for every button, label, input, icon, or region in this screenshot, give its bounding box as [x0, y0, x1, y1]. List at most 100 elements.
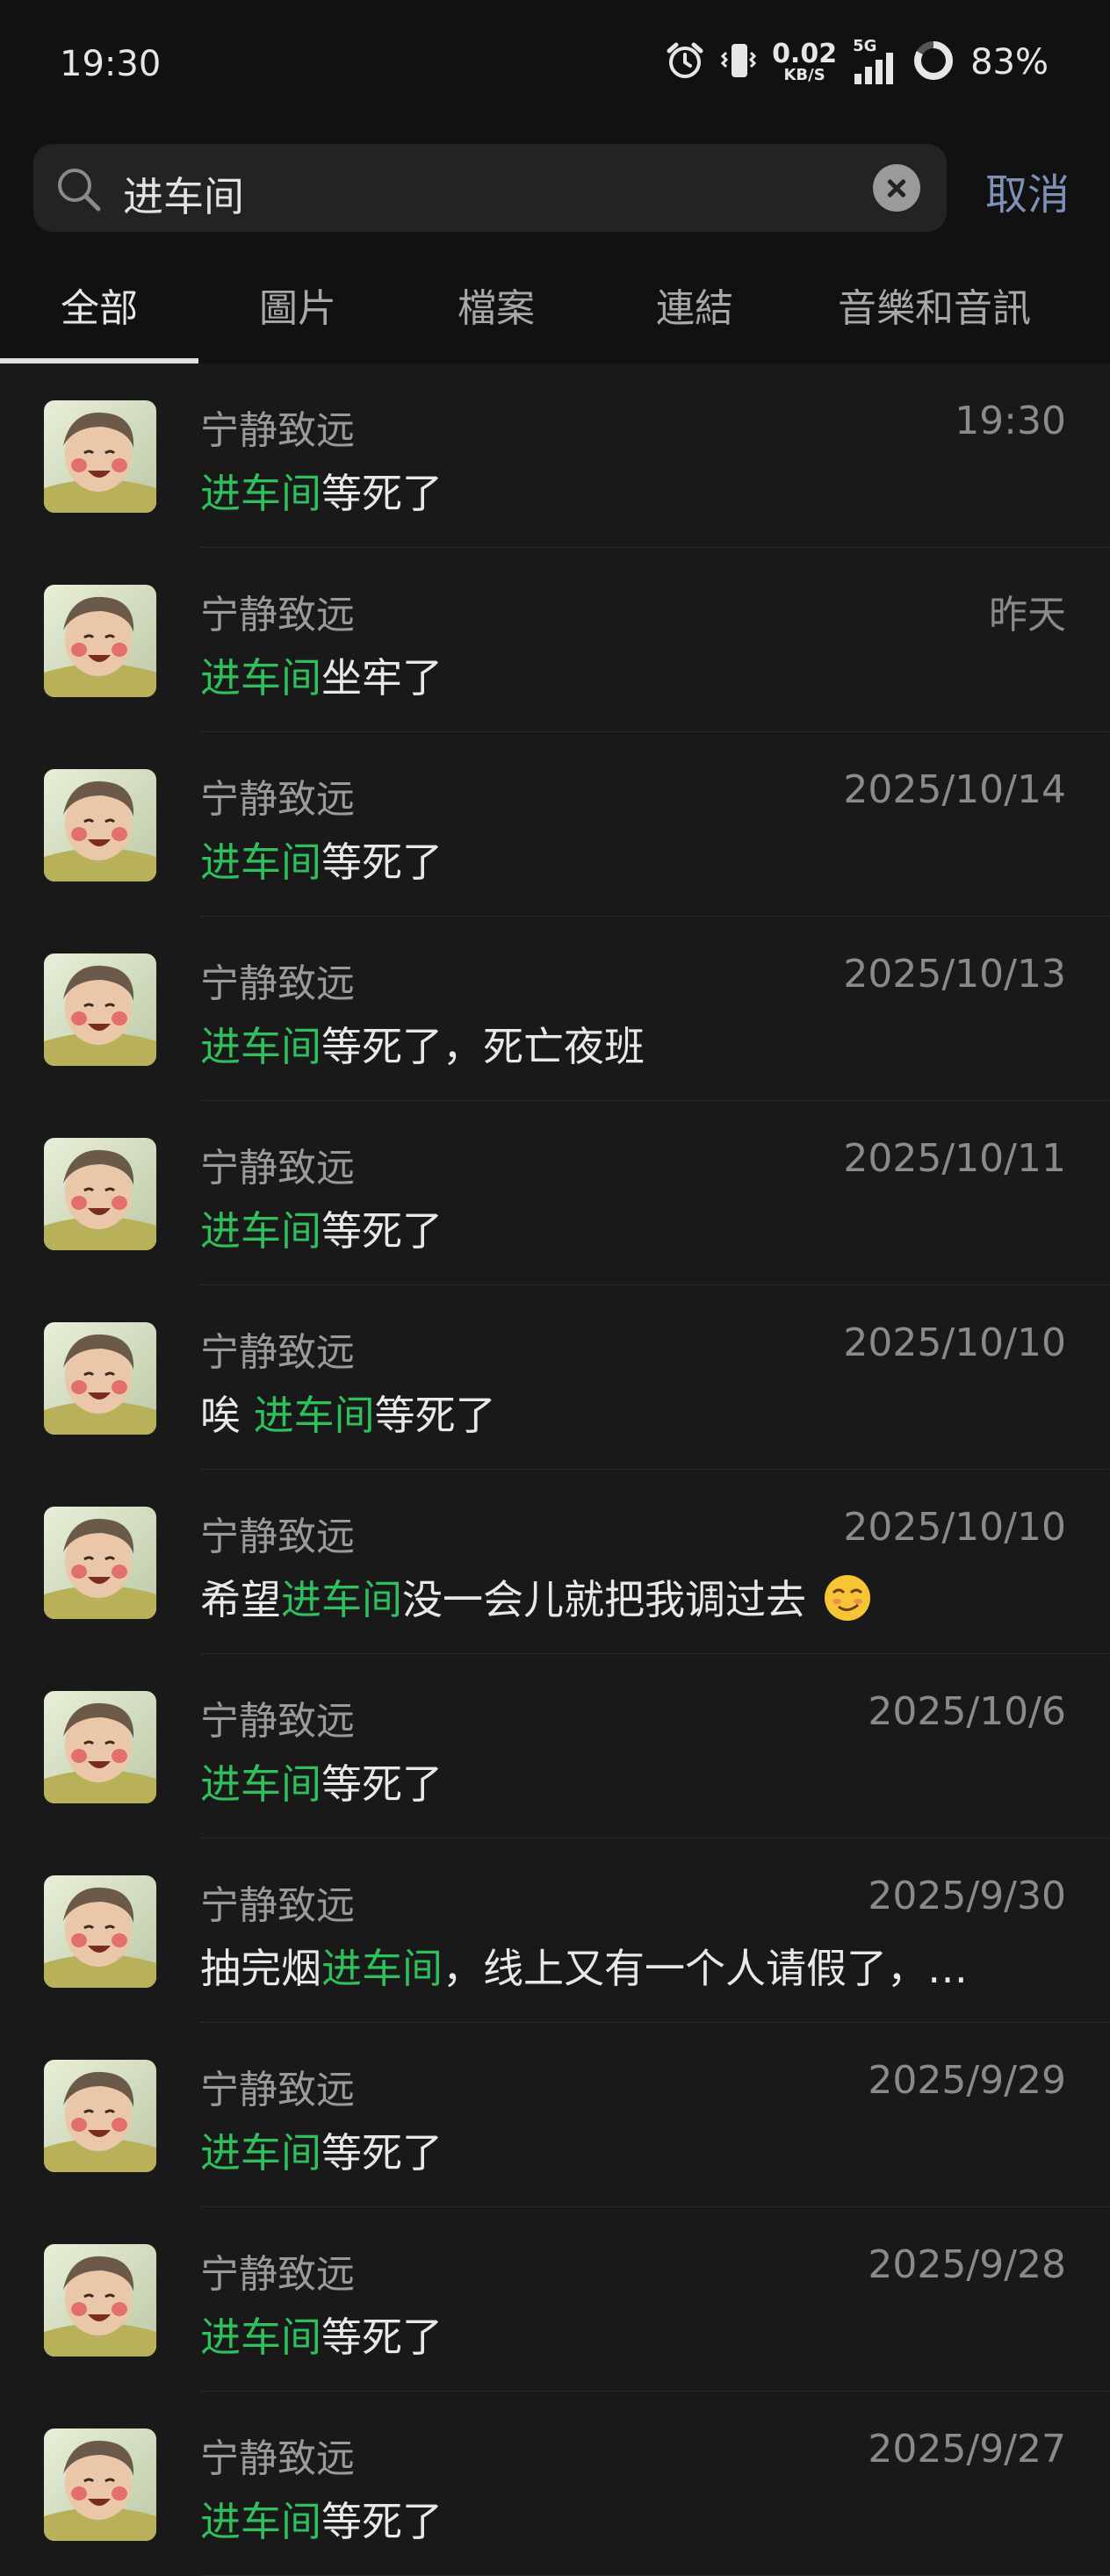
- message-snippet: 进车间等死了: [200, 1199, 443, 1257]
- message-date: 2025/9/29: [868, 2058, 1066, 2103]
- message-text-after: 等死了: [321, 1760, 443, 1808]
- avatar[interactable]: [44, 1875, 156, 1988]
- message-match-highlight: 进车间: [200, 1760, 321, 1808]
- result-row[interactable]: 宁静致远 19:30 进车间等死了: [0, 363, 1110, 548]
- message-text-before: 抽完烟: [200, 1945, 321, 1992]
- avatar[interactable]: [44, 1691, 156, 1803]
- result-row[interactable]: 宁静致远 2025/10/14 进车间等死了: [0, 732, 1110, 917]
- search-field[interactable]: 进车间: [33, 144, 947, 232]
- sender-name: 宁静致远: [200, 2252, 355, 2297]
- battery-percent: 83%: [970, 42, 1049, 83]
- tab-links[interactable]: 連結: [595, 246, 794, 363]
- sender-name: 宁静致远: [200, 1330, 355, 1375]
- sender-name: 宁静致远: [200, 593, 355, 637]
- message-date: 2025/10/13: [843, 952, 1066, 997]
- tab-all[interactable]: 全部: [0, 246, 198, 363]
- message-text-before: 唉: [200, 1392, 254, 1439]
- alarm-icon: [665, 40, 705, 84]
- message-snippet: 进车间等死了: [200, 831, 443, 889]
- message-snippet: 抽完烟进车间，线上又有一个人请假了，…: [200, 1937, 968, 1995]
- sender-name: 宁静致远: [200, 1699, 355, 1744]
- avatar[interactable]: [44, 585, 156, 697]
- message-match-highlight: 进车间: [200, 2313, 321, 2361]
- result-row[interactable]: 宁静致远 2025/10/10 希望进车间没一会儿就把我调过去: [0, 1470, 1110, 1654]
- avatar[interactable]: [44, 2060, 156, 2172]
- sender-name: 宁静致远: [200, 1883, 355, 1928]
- message-match-highlight: 进车间: [200, 654, 321, 702]
- result-row[interactable]: 宁静致远 2025/9/30 抽完烟进车间，线上又有一个人请假了，…: [0, 1838, 1110, 2023]
- avatar[interactable]: [44, 2428, 156, 2541]
- status-icons: 0.02 KB/S 5G 83%: [665, 39, 1049, 86]
- message-snippet: 进车间等死了: [200, 2306, 443, 2364]
- message-date: 2025/9/30: [868, 1874, 1066, 1918]
- message-snippet: 进车间等死了: [200, 2121, 443, 2179]
- message-match-highlight: 进车间: [200, 2498, 321, 2545]
- message-snippet: 进车间等死了: [200, 1752, 443, 1810]
- sender-name: 宁静致远: [200, 2068, 355, 2112]
- message-text-after: 等死了: [321, 838, 443, 886]
- filter-tabs: 全部 圖片 檔案 連結 音樂和音訊: [0, 246, 1110, 363]
- message-text-after: 等死了: [321, 470, 443, 517]
- search-results-list: 宁静致远 19:30 进车间等死了 宁静致远 昨天 进车间坐牢了 宁静致远 20…: [0, 363, 1110, 2576]
- message-date: 2025/10/10: [843, 1505, 1066, 1550]
- avatar[interactable]: [44, 2244, 156, 2357]
- result-row[interactable]: 宁静致远 2025/10/6 进车间等死了: [0, 1654, 1110, 1838]
- message-snippet: 进车间等死了: [200, 2490, 443, 2548]
- avatar[interactable]: [44, 400, 156, 513]
- message-match-highlight: 进车间: [200, 1023, 321, 1070]
- message-text-before: 希望: [200, 1576, 281, 1623]
- avatar[interactable]: [44, 1507, 156, 1619]
- avatar[interactable]: [44, 1138, 156, 1250]
- message-date: 2025/10/11: [843, 1136, 1066, 1181]
- message-text-after: 没一会儿就把我调过去: [402, 1576, 806, 1623]
- message-snippet: 希望进车间没一会儿就把我调过去: [200, 1568, 872, 1626]
- sender-name: 宁静致远: [200, 1146, 355, 1191]
- search-bar: 进车间 取消: [0, 132, 1110, 246]
- message-date: 2025/9/27: [868, 2427, 1066, 2472]
- tab-files[interactable]: 檔案: [397, 246, 595, 363]
- status-bar: 19:30 0.02 KB/S 5G 83%: [0, 0, 1110, 132]
- message-match-highlight: 进车间: [200, 2129, 321, 2177]
- message-match-highlight: 进车间: [200, 838, 321, 886]
- message-match-highlight: 进车间: [200, 470, 321, 517]
- message-text-after: 等死了: [321, 2498, 443, 2545]
- message-date: 昨天: [989, 593, 1066, 637]
- vibrate-icon: [720, 40, 757, 84]
- result-row[interactable]: 宁静致远 2025/9/29 进车间等死了: [0, 2023, 1110, 2207]
- message-text-after: 等死了: [374, 1392, 496, 1439]
- message-snippet: 唉 进车间等死了: [200, 1384, 496, 1442]
- tab-music-audio[interactable]: 音樂和音訊: [794, 246, 1075, 363]
- message-date: 2025/10/6: [868, 1689, 1066, 1734]
- result-row[interactable]: 宁静致远 昨天 进车间坐牢了: [0, 548, 1110, 732]
- result-row[interactable]: 宁静致远 2025/10/10 唉 进车间等死了: [0, 1285, 1110, 1470]
- search-input[interactable]: 进车间: [123, 165, 244, 223]
- status-time: 19:30: [60, 44, 162, 84]
- message-text-after: 坐牢了: [321, 654, 443, 702]
- message-date: 19:30: [955, 399, 1066, 443]
- result-row[interactable]: 宁静致远 2025/10/11 进车间等死了: [0, 1101, 1110, 1285]
- net-speed: 0.02 KB/S: [772, 39, 838, 84]
- message-text-after: 等死了: [321, 2129, 443, 2177]
- result-row[interactable]: 宁静致远 2025/9/28 进车间等死了: [0, 2207, 1110, 2392]
- message-snippet: 进车间等死了: [200, 462, 443, 520]
- message-text-after: 等死了: [321, 1207, 443, 1255]
- result-row[interactable]: 宁静致远 2025/10/13 进车间等死了，死亡夜班: [0, 917, 1110, 1101]
- message-date: 2025/10/14: [843, 767, 1066, 812]
- message-match-highlight: 进车间: [253, 1392, 375, 1439]
- tab-images[interactable]: 圖片: [198, 246, 397, 363]
- message-match-highlight: 进车间: [281, 1576, 402, 1623]
- smirk-emoji-icon: [824, 1575, 870, 1621]
- avatar[interactable]: [44, 1322, 156, 1435]
- search-icon: [54, 165, 102, 216]
- cancel-button[interactable]: 取消: [985, 160, 1070, 221]
- avatar[interactable]: [44, 769, 156, 881]
- signal-icon: 5G: [853, 39, 897, 86]
- message-snippet: 进车间等死了，死亡夜班: [200, 1015, 645, 1073]
- sender-name: 宁静致远: [200, 408, 355, 453]
- message-text-after: ，线上又有一个人请假了，…: [443, 1945, 968, 1992]
- result-row[interactable]: 宁静致远 2025/9/27 进车间等死了: [0, 2392, 1110, 2576]
- avatar[interactable]: [44, 953, 156, 1066]
- clear-icon[interactable]: [873, 164, 920, 212]
- message-match-highlight: 进车间: [321, 1945, 443, 1992]
- battery-ring-icon: [912, 40, 955, 85]
